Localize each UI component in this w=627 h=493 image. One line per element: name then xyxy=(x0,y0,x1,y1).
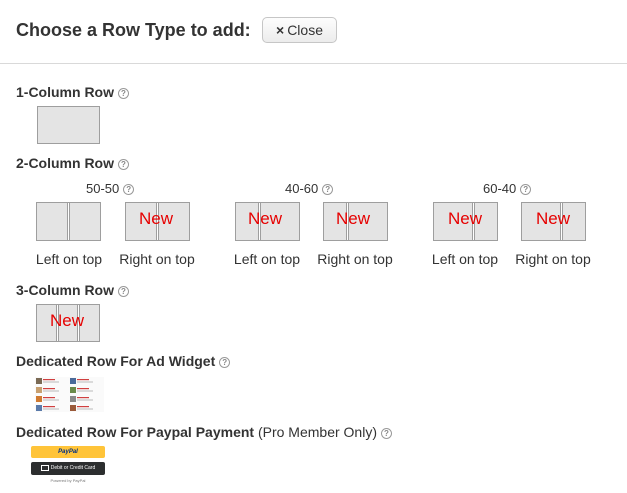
caption-right-on-top: Right on top xyxy=(317,251,393,267)
dialog-title: Choose a Row Type to add: xyxy=(16,20,251,40)
row-40-60-right-on-top[interactable]: New xyxy=(323,202,388,241)
row-60-40-left-on-top[interactable]: New xyxy=(433,202,498,241)
close-button[interactable]: × Close xyxy=(262,17,337,43)
pro-member-note: (Pro Member Only) xyxy=(257,424,377,440)
thumb-image xyxy=(36,387,42,393)
help-icon[interactable]: ? xyxy=(381,428,392,439)
section-title: 1-Column Row xyxy=(16,84,114,100)
ratio-text: 40-60 xyxy=(285,181,319,196)
card-icon xyxy=(40,464,49,471)
debit-credit-card-button: Debit or Credit Card xyxy=(31,462,105,475)
row-50-50-right-on-top[interactable]: New xyxy=(125,202,190,241)
section-ad-widget: Dedicated Row For Ad Widget? xyxy=(16,353,231,369)
thumb-image xyxy=(70,378,76,384)
ratio-label-60-40: 60-40? xyxy=(483,181,532,196)
thumb-image xyxy=(70,405,76,411)
thumb-image xyxy=(70,387,76,393)
row-50-50-left-on-top[interactable] xyxy=(36,202,101,241)
section-1-column: 1-Column Row? xyxy=(16,84,129,100)
ratio-label-50-50: 50-50? xyxy=(86,181,135,196)
caption-right-on-top: Right on top xyxy=(119,251,195,267)
row-1-column-option[interactable] xyxy=(37,106,100,144)
caption-left-on-top: Left on top xyxy=(233,251,301,267)
help-icon[interactable]: ? xyxy=(118,159,129,170)
caption-left-on-top: Left on top xyxy=(431,251,499,267)
thumb-image xyxy=(36,378,42,384)
section-title: 3-Column Row xyxy=(16,282,114,298)
thumb-image xyxy=(36,396,42,402)
ad-widget-row-thumbnail[interactable] xyxy=(35,377,104,412)
help-icon[interactable]: ? xyxy=(118,88,129,99)
powered-by-paypal: Powered by PayPal xyxy=(50,478,86,483)
new-badge: New xyxy=(50,311,85,330)
card-label: Debit or Credit Card xyxy=(50,465,96,471)
caption-right-on-top: Right on top xyxy=(515,251,591,267)
row-60-40-right-on-top[interactable]: New xyxy=(521,202,586,241)
section-2-column: 2-Column Row? xyxy=(16,155,129,171)
new-badge: New xyxy=(536,209,571,228)
new-badge: New xyxy=(248,209,283,228)
section-3-column: 3-Column Row? xyxy=(16,282,129,298)
new-badge: New xyxy=(336,209,371,228)
help-icon[interactable]: ? xyxy=(118,286,129,297)
row-3-column-option[interactable]: New xyxy=(36,304,100,342)
new-badge: New xyxy=(139,209,174,228)
close-label: Close xyxy=(287,22,323,38)
ratio-label-40-60: 40-60? xyxy=(285,181,334,196)
section-title: 2-Column Row xyxy=(16,155,114,171)
ratio-text: 60-40 xyxy=(483,181,517,196)
ratio-text: 50-50 xyxy=(86,181,120,196)
help-icon[interactable]: ? xyxy=(322,184,334,195)
help-icon[interactable]: ? xyxy=(520,184,532,195)
row-40-60-left-on-top[interactable]: New xyxy=(235,202,300,241)
thumb-image xyxy=(70,396,76,402)
paypal-row-thumbnail[interactable]: PayPal Debit or Credit Card Powered by P… xyxy=(31,446,106,486)
new-badge: New xyxy=(448,209,483,228)
column-divider xyxy=(67,203,70,240)
section-title: Dedicated Row For Paypal Payment xyxy=(16,424,255,440)
dialog-header: Choose a Row Type to add: × Close xyxy=(0,0,627,64)
thumb-image xyxy=(36,405,42,411)
caption-left-on-top: Left on top xyxy=(35,251,103,267)
section-paypal-payment: Dedicated Row For Paypal Payment (Pro Me… xyxy=(16,424,392,440)
help-icon[interactable]: ? xyxy=(123,184,135,195)
section-title: Dedicated Row For Ad Widget xyxy=(16,353,216,369)
help-icon[interactable]: ? xyxy=(219,357,231,368)
close-icon: × xyxy=(276,22,285,38)
paypal-logo: PayPal xyxy=(31,446,105,458)
